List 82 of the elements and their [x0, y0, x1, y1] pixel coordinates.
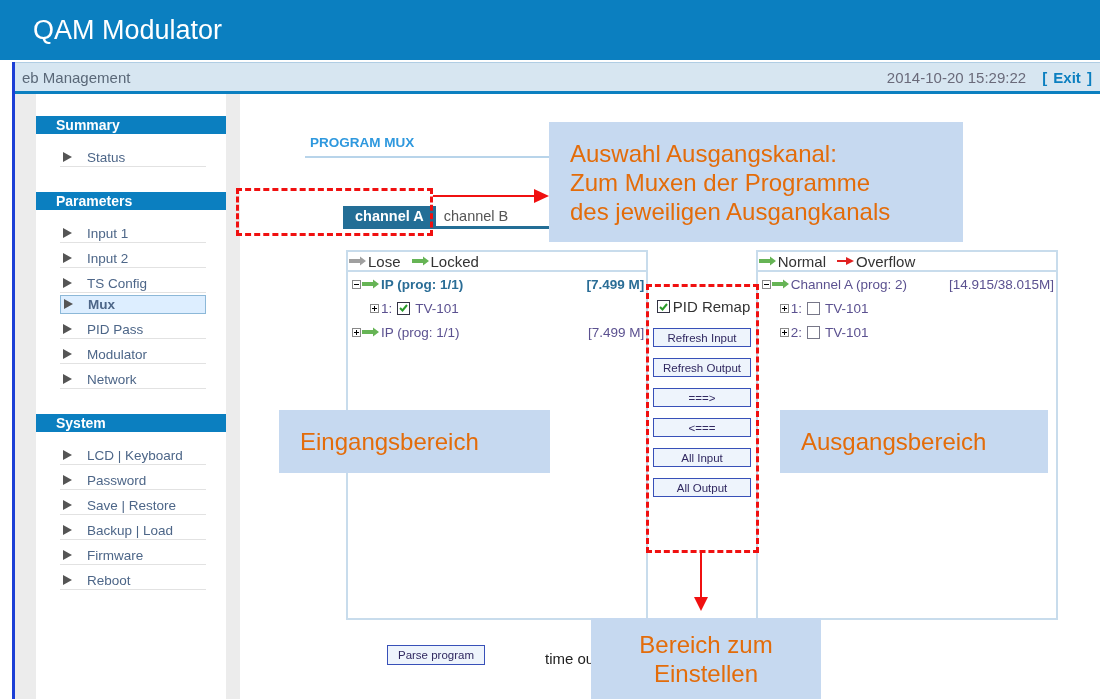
triangle-icon [63, 228, 72, 238]
expand-icon[interactable] [779, 327, 789, 337]
channel-tab[interactable]: channel A [343, 206, 436, 226]
triangle-icon [63, 349, 72, 359]
arrow-icon [361, 279, 381, 289]
arrow-icon [361, 327, 381, 337]
tree-node[interactable]: IP (prog: 1/1) [7.499 M] [348, 272, 647, 296]
sidebar-item[interactable]: Firmware [60, 543, 206, 565]
date-time: 2014-10-20 15:29:22 [886, 68, 1027, 86]
triangle-icon [63, 152, 72, 162]
triangle-icon [63, 575, 72, 585]
checkbox[interactable] [806, 325, 820, 339]
program-name: TV-101 [824, 300, 869, 316]
arrow-drawing [693, 553, 709, 612]
legend-label: Lose [368, 252, 401, 270]
program-index: 1: [790, 300, 802, 316]
arrow-icon [770, 279, 791, 289]
tree-node[interactable]: IP (prog: 1/1) [7.499 M] [348, 320, 647, 344]
expand-icon[interactable] [370, 303, 379, 313]
tree-node[interactable]: Channel A (prog: 2) [14.915/38.015M] [757, 272, 1056, 296]
section-header: Summary [36, 116, 226, 134]
checkbox[interactable] [806, 301, 820, 315]
section-header: System [36, 414, 226, 432]
legend-label: Overflow [856, 252, 916, 270]
annotation-callout: Bereich zum Einstellen [591, 618, 821, 699]
action-button[interactable]: All Output [653, 478, 751, 497]
collapse-icon[interactable] [761, 279, 771, 289]
exit-link[interactable]: [ Exit ] [1042, 68, 1092, 86]
sidebar-item[interactable]: Modulator [60, 342, 206, 364]
program-name: TV-101 [824, 324, 869, 340]
checkbox[interactable] [656, 300, 670, 313]
sidebar-item[interactable]: Input 2 [60, 246, 206, 268]
triangle-icon [63, 500, 72, 510]
rate-label: [7.499 M] [588, 324, 646, 340]
sidebar-item[interactable]: Reboot [60, 568, 206, 590]
subtitle: eb Management [22, 68, 132, 86]
rate-label: [7.499 M] [586, 276, 646, 292]
sidebar-item[interactable]: Save | Restore [60, 493, 206, 515]
rate-label: [14.915/38.015M] [948, 276, 1055, 292]
parse-button[interactable]: Parse program [387, 644, 485, 665]
triangle-icon [63, 278, 72, 288]
legend-label: Normal [777, 252, 827, 270]
program-index: 2: [790, 324, 802, 340]
expand-icon[interactable] [779, 303, 789, 313]
checkbox[interactable] [397, 301, 411, 315]
action-button[interactable]: All Input [653, 448, 751, 467]
channel-tab[interactable]: channel B [435, 206, 517, 226]
triangle-icon [63, 525, 72, 535]
action-button[interactable]: Refresh Output [653, 358, 751, 377]
checkbox-label: PID Remap [672, 298, 751, 315]
node-label: IP (prog: 1/1) [381, 276, 465, 292]
program-name: TV-101 [415, 300, 459, 316]
node-label: Channel A (prog: 2) [790, 276, 909, 292]
triangle-icon [63, 324, 72, 334]
annotation-callout: Ausgangsbereich [780, 410, 1048, 473]
triangle-icon [63, 450, 72, 460]
sidebar-item[interactable]: PID Pass [60, 317, 206, 339]
sidebar-item[interactable]: Backup | Load [60, 518, 206, 540]
sidebar-item[interactable]: Password [60, 468, 206, 490]
action-button[interactable]: Refresh Input [653, 328, 751, 347]
node-label: IP (prog: 1/1) [381, 324, 461, 340]
annotation-callout: Auswahl Ausgangskanal: Zum Muxen der Programme des jeweiligen Ausgangkanals [549, 122, 963, 242]
sidebar-item[interactable]: Network [60, 367, 206, 389]
triangle-icon [63, 475, 72, 485]
annotation-callout: Eingangsbereich [279, 410, 550, 473]
legend-label: Locked [430, 252, 479, 270]
expand-icon[interactable] [352, 327, 361, 337]
triangle-icon [64, 299, 73, 309]
sidebar-item[interactable]: Status [60, 145, 206, 167]
section-header: Parameters [36, 192, 226, 210]
app-title: QAM Modulator [33, 14, 223, 46]
program-index: 1: [381, 300, 393, 316]
triangle-icon [63, 253, 72, 263]
sidebar-item[interactable]: TS Config [60, 271, 206, 293]
collapse-icon[interactable] [352, 279, 361, 289]
sidebar-item[interactable]: LCD | Keyboard [60, 443, 206, 465]
sidebar-item[interactable]: Mux [60, 295, 206, 314]
triangle-icon [63, 550, 72, 560]
action-button[interactable]: <=== [653, 418, 751, 437]
action-button[interactable]: ===> [653, 388, 751, 407]
sidebar-item[interactable]: Input 1 [60, 221, 206, 243]
triangle-icon [63, 374, 72, 384]
